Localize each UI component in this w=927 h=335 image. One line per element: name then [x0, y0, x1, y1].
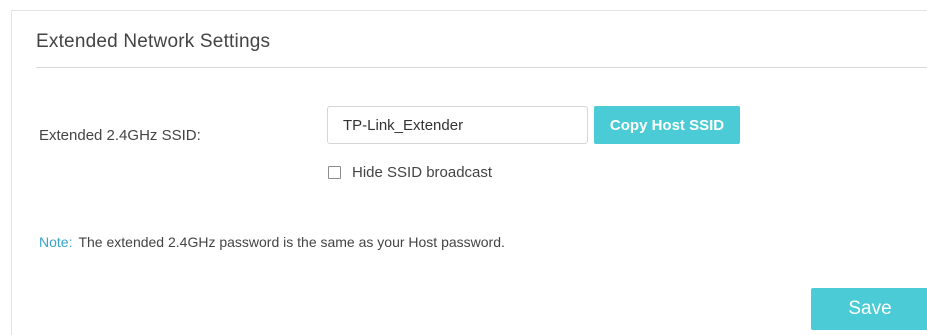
copy-host-ssid-button[interactable]: Copy Host SSID — [594, 106, 740, 144]
hide-ssid-label: Hide SSID broadcast — [352, 163, 493, 181]
password-note: Note: The extended 2.4GHz password is the… — [39, 234, 505, 250]
ssid-field-label: Extended 2.4GHz SSID: — [39, 127, 201, 144]
section-title: Extended Network Settings — [36, 31, 271, 52]
title-divider — [36, 67, 927, 68]
save-button[interactable]: Save — [811, 288, 927, 330]
hide-ssid-checkbox[interactable] — [328, 165, 341, 179]
note-text: The extended 2.4GHz password is the same… — [78, 234, 505, 250]
extended-network-settings-panel: Extended Network Settings Extended 2.4GH… — [11, 10, 927, 335]
note-prefix: Note: — [39, 234, 73, 250]
hide-ssid-broadcast-option[interactable]: Hide SSID broadcast — [328, 162, 492, 182]
ssid-input[interactable] — [327, 106, 588, 144]
